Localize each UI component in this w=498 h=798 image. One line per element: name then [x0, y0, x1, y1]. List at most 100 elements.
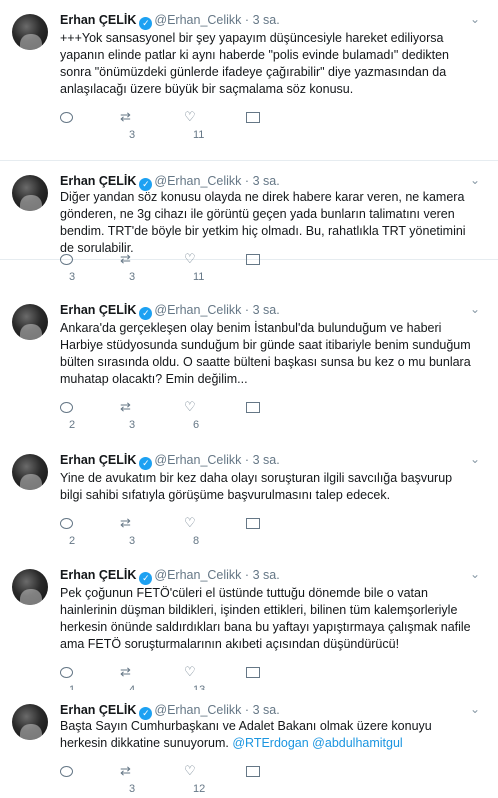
heart-icon: ♡ — [184, 763, 196, 779]
author-handle[interactable]: @Erhan_Celikk — [154, 174, 241, 188]
reply-button[interactable] — [60, 762, 73, 780]
retweet-count: 3 — [129, 129, 136, 142]
tweet-text: +++Yok sansasyonel bir şey yapayım düşün… — [60, 30, 476, 98]
verified-badge-icon: ✓ — [139, 572, 153, 585]
author-name[interactable]: Erhan ÇELİK — [60, 303, 136, 317]
retweet-button[interactable]: ⇄4 — [120, 663, 135, 696]
direct-message-button[interactable] — [246, 250, 260, 268]
retweet-icon: ⇄ — [120, 763, 131, 779]
tweet-text: Yine de avukatım bir kez daha olayı soru… — [60, 470, 476, 504]
tweet-timestamp[interactable]: 3 sa. — [253, 453, 280, 467]
retweet-button[interactable]: ⇄3 — [120, 398, 135, 431]
tweet[interactable]: Erhan ÇELİK ✓ @Erhan_Celikk · 3 sa. ⌄ Diğer … — [0, 160, 498, 283]
retweet-count: 3 — [129, 271, 136, 284]
tweet-timestamp[interactable]: 3 sa. — [253, 303, 280, 317]
chevron-down-icon[interactable]: ⌄ — [470, 567, 480, 581]
author-handle[interactable]: @Erhan_Celikk — [154, 13, 241, 27]
like-button[interactable]: ♡8 — [184, 514, 199, 547]
reply-button[interactable]: 2 — [60, 514, 75, 547]
avatar[interactable] — [12, 704, 48, 740]
tweet-text: Ankara'da gerçekleşen olay benim İstanbu… — [60, 320, 476, 388]
tweet[interactable]: Erhan ÇELİK ✓ @Erhan_Celikk · 3 sa. ⌄ Başta … — [0, 690, 498, 795]
chevron-down-icon[interactable]: ⌄ — [470, 702, 480, 716]
author-handle[interactable]: @Erhan_Celikk — [154, 568, 241, 582]
like-button[interactable]: ♡ 11 — [184, 250, 204, 283]
tweet-timestamp[interactable]: 3 sa. — [253, 568, 280, 582]
author-handle[interactable]: @Erhan_Celikk — [154, 703, 241, 717]
direct-message-button[interactable] — [246, 398, 260, 416]
tweet-timestamp[interactable]: 3 sa. — [253, 703, 280, 717]
author-name[interactable]: Erhan ÇELİK — [60, 703, 136, 717]
chevron-down-icon[interactable]: ⌄ — [470, 452, 480, 466]
retweet-button[interactable]: ⇄3 — [120, 514, 135, 547]
heart-icon: ♡ — [184, 251, 196, 267]
avatar[interactable] — [12, 14, 48, 50]
retweet-count: 3 — [129, 783, 136, 796]
like-count: 6 — [193, 419, 200, 432]
heart-icon: ♡ — [184, 109, 196, 125]
avatar[interactable] — [12, 569, 48, 605]
reply-icon — [60, 111, 73, 123]
author-name[interactable]: Erhan ÇELİK — [60, 568, 136, 582]
tweet[interactable]: Erhan ÇELİK ✓ @Erhan_Celikk · 3 sa. ⌄ Yine d… — [0, 440, 498, 547]
tweet-text: Başta Sayın Cumhurbaşkanı ve Adalet Baka… — [60, 718, 476, 752]
avatar[interactable] — [12, 304, 48, 340]
like-button[interactable]: ♡ 12 — [184, 762, 205, 795]
author-name[interactable]: Erhan ÇELİK — [60, 453, 136, 467]
tweet-feed: Erhan ÇELİK ✓ @Erhan_Celikk · 3 sa. ⌄ +++Yok… — [0, 0, 498, 798]
tweet-header: Erhan ÇELİK ✓ @Erhan_Celikk · 3 sa. — [60, 302, 458, 320]
retweet-count: 3 — [129, 419, 136, 432]
direct-message-button[interactable] — [246, 663, 260, 681]
retweet-icon: ⇄ — [120, 664, 131, 680]
reply-button[interactable] — [60, 108, 73, 126]
retweet-icon: ⇄ — [120, 515, 131, 531]
avatar[interactable] — [12, 175, 48, 211]
heart-icon: ♡ — [184, 664, 196, 680]
direct-message-button[interactable] — [246, 762, 260, 780]
reply-button[interactable]: 1 — [60, 663, 75, 696]
reply-icon — [60, 765, 73, 777]
tweet-timestamp[interactable]: 3 sa. — [253, 174, 280, 188]
tweet-header: Erhan ÇELİK ✓ @Erhan_Celikk · 3 sa. — [60, 12, 458, 30]
author-handle[interactable]: @Erhan_Celikk — [154, 303, 241, 317]
tweet[interactable]: Erhan ÇELİK ✓ @Erhan_Celikk · 3 sa. ⌄ Pek ço… — [0, 555, 498, 696]
retweet-count: 3 — [129, 535, 136, 548]
chevron-down-icon[interactable]: ⌄ — [470, 12, 480, 26]
like-button[interactable]: ♡13 — [184, 663, 205, 696]
author-name[interactable]: Erhan ÇELİK — [60, 13, 136, 27]
verified-badge-icon: ✓ — [139, 17, 153, 30]
heart-icon: ♡ — [184, 399, 196, 415]
avatar[interactable] — [12, 454, 48, 490]
reply-button[interactable]: 2 — [60, 398, 75, 431]
like-count: 11 — [193, 129, 205, 142]
like-count: 11 — [193, 271, 205, 284]
direct-message-button[interactable] — [246, 108, 260, 126]
direct-message-button[interactable] — [246, 514, 260, 532]
direct-message-icon — [246, 111, 260, 123]
like-button[interactable]: ♡ 11 — [184, 108, 204, 141]
tweet[interactable]: Erhan ÇELİK ✓ @Erhan_Celikk · 3 sa. ⌄ +++Yok… — [0, 0, 498, 141]
tweet[interactable]: Erhan ÇELİK ✓ @Erhan_Celikk · 3 sa. ⌄ Ankara… — [0, 290, 498, 431]
like-count: 8 — [193, 535, 200, 548]
author-name[interactable]: Erhan ÇELİK — [60, 174, 136, 188]
tweet-body: Diğer yandan söz konusu olayda ne direk … — [60, 190, 466, 255]
reply-button[interactable]: 3 — [60, 250, 75, 283]
retweet-button[interactable]: ⇄3 — [120, 250, 135, 283]
retweet-icon: ⇄ — [120, 109, 131, 125]
chevron-down-icon[interactable]: ⌄ — [470, 173, 480, 187]
tweet-header: Erhan ÇELİK ✓ @Erhan_Celikk · 3 sa. — [60, 567, 458, 585]
retweet-icon: ⇄ — [120, 399, 131, 415]
author-handle[interactable]: @Erhan_Celikk — [154, 453, 241, 467]
like-button[interactable]: ♡6 — [184, 398, 199, 431]
tweet-body: Ankara'da gerçekleşen olay benim İstanbu… — [60, 321, 471, 386]
retweet-button[interactable]: ⇄3 — [120, 762, 135, 795]
retweet-button[interactable]: ⇄3 — [120, 108, 135, 141]
reply-icon — [60, 666, 73, 678]
mention-links[interactable]: @RTErdogan @abdulhamitgul — [232, 736, 402, 750]
chevron-down-icon[interactable]: ⌄ — [470, 302, 480, 316]
like-count: 12 — [193, 783, 206, 796]
heart-icon: ♡ — [184, 515, 196, 531]
tweet-header: Erhan ÇELİK ✓ @Erhan_Celikk · 3 sa. — [60, 452, 458, 470]
tweet-timestamp[interactable]: 3 sa. — [253, 13, 280, 27]
reply-count: 2 — [69, 535, 76, 548]
